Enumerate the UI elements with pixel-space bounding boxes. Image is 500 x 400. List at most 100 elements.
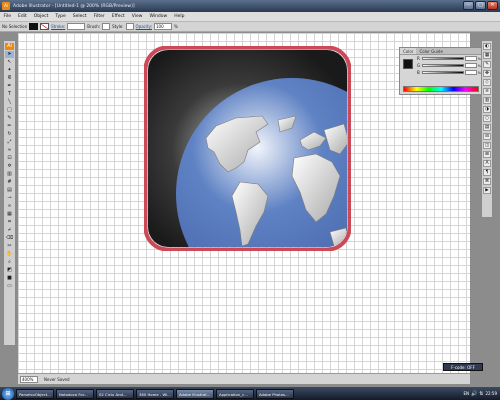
- zoom-level-field[interactable]: 400%: [20, 375, 38, 383]
- color-spectrum-bar[interactable]: [403, 86, 479, 92]
- brushes-panel-icon[interactable]: ✎: [483, 61, 491, 68]
- globe-icon-artwork[interactable]: [144, 46, 351, 251]
- opacity-input[interactable]: 100: [154, 23, 172, 30]
- tab-color[interactable]: Color: [400, 48, 417, 54]
- type-tool-icon[interactable]: T: [5, 91, 14, 98]
- graph-tool-icon[interactable]: ▥: [5, 171, 14, 178]
- align-panel-icon[interactable]: ⊟: [483, 133, 491, 140]
- save-status[interactable]: Never Saved: [44, 377, 70, 382]
- network-icon[interactable]: ⇅: [479, 391, 483, 397]
- slider-g-track[interactable]: [421, 64, 464, 67]
- actions-panel-icon[interactable]: ▶: [483, 187, 491, 194]
- pencil-tool-icon[interactable]: ✏: [5, 123, 14, 130]
- fcode-badge[interactable]: F-code: OFF: [443, 363, 483, 371]
- opacity-label[interactable]: Opacity:: [136, 24, 152, 29]
- window-title: Adobe Illustrator - [Untitled-1 @ 200% (…: [13, 3, 135, 9]
- taskbar-item[interactable]: 360 Home - Wi...: [136, 388, 174, 399]
- color-panel-icon[interactable]: ◐: [483, 43, 491, 50]
- scissors-tool-icon[interactable]: ✂: [5, 243, 14, 250]
- minimize-button[interactable]: –: [463, 1, 474, 10]
- gradient-tool-icon[interactable]: ▤: [5, 187, 14, 194]
- menu-object[interactable]: Object: [30, 14, 52, 19]
- scale-tool-icon[interactable]: ⤢: [5, 139, 14, 146]
- paintbrush-tool-icon[interactable]: ✎: [5, 115, 14, 122]
- magic-wand-tool-icon[interactable]: ✦: [5, 67, 14, 74]
- start-button[interactable]: ⊞: [2, 387, 14, 400]
- selection-tool-icon[interactable]: ➤: [5, 51, 14, 58]
- eyedropper-tool-icon[interactable]: ⊸: [5, 195, 14, 202]
- stroke-weight-dropdown[interactable]: [67, 23, 86, 30]
- slider-b-track[interactable]: [421, 71, 464, 74]
- symbols-panel-icon[interactable]: ✤: [483, 70, 491, 77]
- paragraph-panel-icon[interactable]: ¶: [483, 169, 491, 176]
- taskbar-item[interactable]: Application_c...: [216, 388, 254, 399]
- transparency-panel-icon[interactable]: ◑: [483, 106, 491, 113]
- menu-help[interactable]: Help: [171, 14, 188, 19]
- hand-tool-icon[interactable]: ✋: [5, 251, 14, 258]
- appearance-panel-icon[interactable]: ○: [483, 115, 491, 122]
- style-label: Style:: [112, 24, 124, 29]
- layers-panel-icon[interactable]: ▤: [483, 124, 491, 131]
- menu-filter[interactable]: Filter: [90, 14, 108, 19]
- character-panel-icon[interactable]: A: [483, 160, 491, 167]
- live-paint-tool-icon[interactable]: ▦: [5, 211, 14, 218]
- language-indicator[interactable]: EN: [464, 391, 470, 396]
- stroke-panel-icon[interactable]: ≡: [483, 88, 491, 95]
- slider-r-value[interactable]: [464, 56, 477, 61]
- volume-icon[interactable]: 🔊: [471, 391, 477, 397]
- direct-selection-tool-icon[interactable]: ↖: [5, 59, 14, 66]
- docked-panels-bar: ◐ ▦ ✎ ✤ ◇ ≡ ▥ ◑ ○ ▤ ⊟ ◫ ⊞ A ¶ ⌘ ▶: [481, 40, 493, 218]
- gradient-panel-icon[interactable]: ▥: [483, 97, 491, 104]
- swatches-panel-icon[interactable]: ▦: [483, 52, 491, 59]
- menu-effect[interactable]: Effect: [108, 14, 128, 19]
- graphic-styles-panel-icon[interactable]: ◇: [483, 79, 491, 86]
- slider-r-track[interactable]: [421, 57, 464, 60]
- taskbar-item[interactable]: Notodoca For...: [56, 388, 94, 399]
- clock[interactable]: 22:59: [485, 391, 497, 396]
- transform-panel-icon[interactable]: ⊞: [483, 151, 491, 158]
- menu-edit[interactable]: Edit: [15, 14, 31, 19]
- style-dropdown[interactable]: [125, 23, 134, 30]
- close-button[interactable]: ✕: [487, 1, 498, 10]
- rectangle-tool-icon[interactable]: □: [5, 107, 14, 114]
- stroke-swatch[interactable]: [40, 23, 50, 30]
- symbol-sprayer-tool-icon[interactable]: ✲: [5, 163, 14, 170]
- rotate-tool-icon[interactable]: ↻: [5, 131, 14, 138]
- taskbar-item-active[interactable]: Adobe Illustrat...: [176, 388, 214, 399]
- brush-label: Brush:: [87, 24, 101, 29]
- mesh-tool-icon[interactable]: #: [5, 179, 14, 186]
- slice-tool-icon[interactable]: ⌿: [5, 227, 14, 234]
- blend-tool-icon[interactable]: ∞: [5, 203, 14, 210]
- warp-tool-icon[interactable]: ≈: [5, 147, 14, 154]
- taskbar-item[interactable]: 02 Ciclu And...: [96, 388, 134, 399]
- menu-file[interactable]: File: [0, 14, 15, 19]
- menu-select[interactable]: Select: [69, 14, 90, 19]
- screen-mode-icon[interactable]: ▭: [5, 283, 14, 290]
- maximize-button[interactable]: □: [475, 1, 486, 10]
- menu-type[interactable]: Type: [52, 14, 69, 19]
- tab-color-guide[interactable]: Color Guide: [416, 48, 445, 54]
- eraser-tool-icon[interactable]: ⌫: [5, 235, 14, 242]
- fill-color-swatch[interactable]: [403, 59, 413, 69]
- slider-g-value[interactable]: [464, 63, 477, 68]
- free-transform-tool-icon[interactable]: ⊡: [5, 155, 14, 162]
- links-panel-icon[interactable]: ⌘: [483, 178, 491, 185]
- fill-swatch[interactable]: [29, 23, 39, 30]
- stroke-label[interactable]: Stroke:: [51, 24, 65, 29]
- pathfinder-panel-icon[interactable]: ◫: [483, 142, 491, 149]
- menu-window[interactable]: Window: [146, 14, 171, 19]
- crop-tool-icon[interactable]: ⌗: [5, 219, 14, 226]
- lasso-tool-icon[interactable]: ᓬ: [5, 75, 14, 82]
- menu-view[interactable]: View: [128, 14, 146, 19]
- taskbar-item[interactable]: ParseIcoObject...: [16, 388, 54, 399]
- brush-dropdown[interactable]: [102, 23, 111, 30]
- slider-b: B %: [417, 69, 481, 76]
- taskbar-item[interactable]: Adobe Photos...: [256, 388, 294, 399]
- color-mode-icon[interactable]: ■: [5, 275, 14, 282]
- control-bar: No Selection Stroke: Brush: Style: Opaci…: [0, 22, 500, 32]
- pen-tool-icon[interactable]: ✒: [5, 83, 14, 90]
- zoom-tool-icon[interactable]: ⌕: [5, 259, 14, 266]
- slider-b-value[interactable]: [464, 70, 477, 75]
- line-tool-icon[interactable]: ╲: [5, 99, 14, 106]
- fill-stroke-icon[interactable]: ◩: [5, 267, 14, 274]
